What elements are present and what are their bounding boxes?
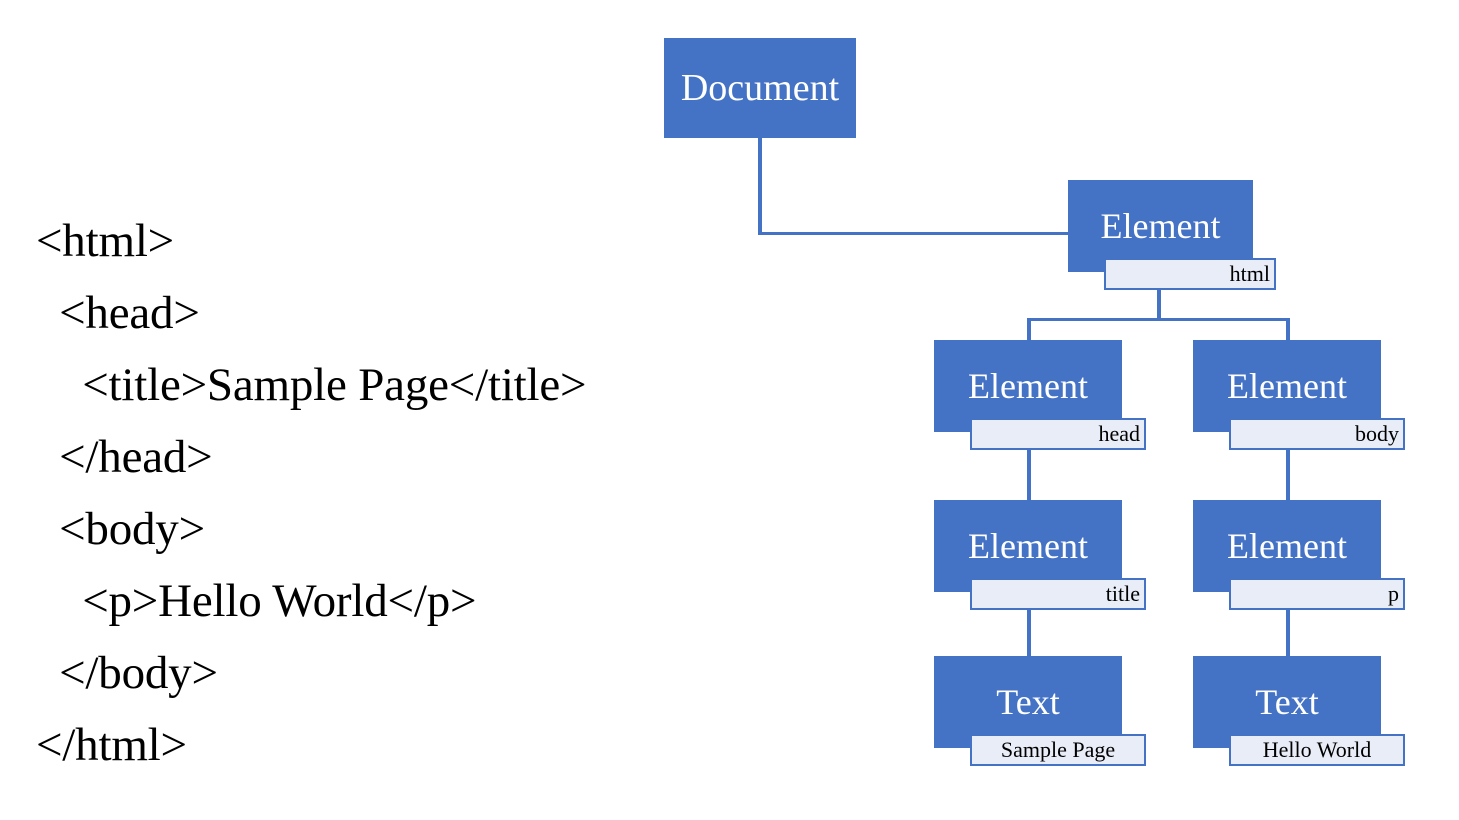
connector-document-to-html-vertical — [758, 138, 762, 234]
tree-node-head-tag-label: head — [970, 418, 1146, 450]
tree-node-p-tag-label: p — [1229, 578, 1405, 610]
tree-node-document-type: Document — [664, 38, 856, 138]
connector-title-to-text — [1027, 608, 1031, 660]
connector-body-to-p — [1286, 448, 1290, 504]
dom-tree-diagram: Document Element html Element head Eleme… — [0, 0, 1459, 820]
tree-node-title-text-value: Sample Page — [970, 734, 1146, 766]
tree-node-body-tag-label: body — [1229, 418, 1405, 450]
tree-node-p-text-value: Hello World — [1229, 734, 1405, 766]
tree-node-title-tag-label: title — [970, 578, 1146, 610]
connector-html-stem — [1157, 288, 1161, 320]
connector-document-to-html-horizontal — [758, 232, 1070, 235]
connector-head-to-title — [1027, 448, 1031, 504]
connector-html-crossbar — [1027, 318, 1290, 321]
tree-node-html-tag-label: html — [1104, 258, 1276, 290]
connector-p-to-text — [1286, 608, 1290, 660]
